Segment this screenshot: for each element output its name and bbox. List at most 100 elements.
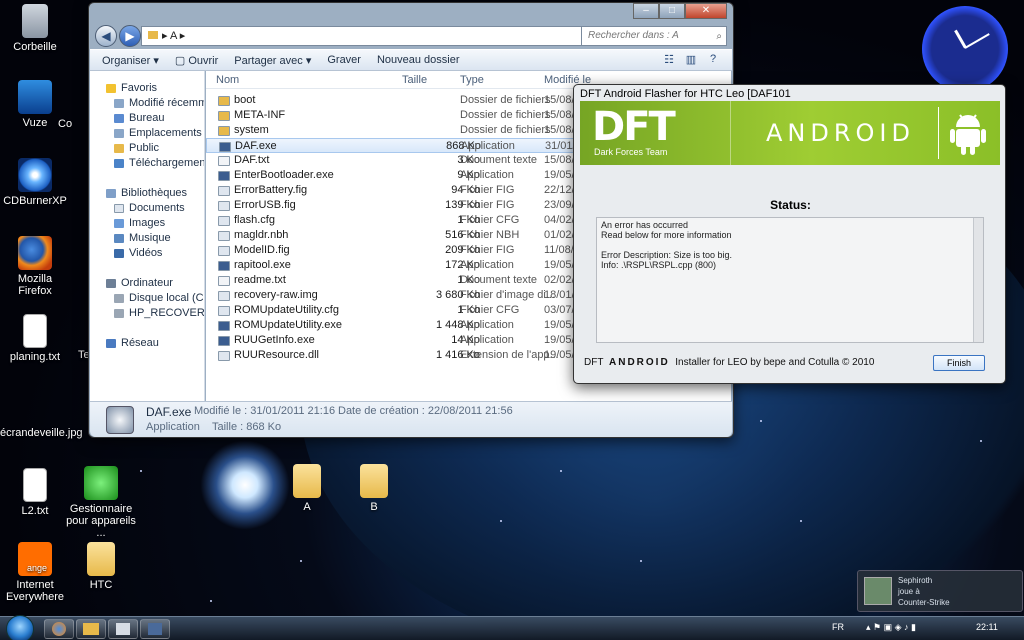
footer-android: ANDROID: [609, 357, 670, 368]
music-icon: [114, 233, 124, 243]
organize-button[interactable]: Organiser ▾: [102, 54, 159, 67]
desktop-icon-co[interactable]: Co: [58, 118, 88, 130]
navigation-pane: Favoris Modifié récemment Bureau Emplace…: [90, 71, 205, 401]
maximize-button[interactable]: □: [659, 3, 685, 19]
forward-button[interactable]: ▶: [119, 25, 141, 47]
dft-logo: DFT: [592, 104, 676, 150]
desktop-icon-planing-txt[interactable]: planing.txt: [0, 314, 70, 363]
nav-item-desktop[interactable]: Bureau: [90, 111, 204, 126]
file-date: 15/08/: [544, 124, 575, 136]
desktop-icon-htc[interactable]: HTC: [66, 542, 136, 591]
taskbar-firefox[interactable]: [44, 619, 74, 639]
taskbar-window[interactable]: [108, 619, 138, 639]
nav-favorites[interactable]: Favoris: [90, 81, 204, 96]
desktop-icon-device-manager[interactable]: Gestionnaire pour appareils ...: [66, 466, 136, 539]
details-size: Taille : 868 Ko: [212, 421, 282, 433]
file-name: ErrorUSB.fig: [234, 199, 296, 211]
taskbar-explorer[interactable]: [76, 619, 106, 639]
footer-credits: Installer for LEO by bepe and Cotulla © …: [675, 357, 875, 368]
star: [500, 520, 502, 522]
device-manager-icon: [84, 466, 118, 500]
file-type: Application: [460, 334, 514, 346]
file-name: readme.txt: [234, 274, 286, 286]
column-size[interactable]: Taille: [402, 71, 427, 89]
desktop-icon-recycle-bin[interactable]: Corbeille: [0, 4, 70, 53]
tray-icons[interactable]: ▴ ⚑ ▣ ◈ ♪ ▮: [866, 622, 916, 633]
open-button[interactable]: ▢ Ouvrir: [175, 54, 218, 67]
file-date: 01/02/: [544, 229, 575, 241]
exe-icon: [218, 261, 230, 271]
nav-item-drive-d[interactable]: HP_RECOVERY (D:): [90, 306, 204, 321]
file-name: ROMUpdateUtility.cfg: [234, 304, 339, 316]
view-options-icon[interactable]: ☷: [660, 53, 678, 69]
desktop-icon-folder-b[interactable]: B: [339, 464, 409, 513]
nav-computer[interactable]: Ordinateur: [90, 276, 204, 291]
command-bar: Organiser ▾ ▢ Ouvrir Partager avec ▾ Gra…: [90, 49, 732, 71]
file-name: rapitool.exe: [234, 259, 291, 271]
help-icon[interactable]: ?: [704, 53, 722, 69]
address-bar[interactable]: ▸ A ▸ ▾: [141, 26, 613, 46]
back-button[interactable]: ◀: [95, 25, 117, 47]
search-input[interactable]: Rechercher dans : A ⌕: [581, 26, 727, 46]
file-date: 11/08/: [544, 244, 574, 256]
log-line: Read below for more information: [601, 230, 732, 240]
language-indicator[interactable]: FR: [832, 622, 844, 632]
column-type[interactable]: Type: [460, 71, 484, 89]
nav-item-recent[interactable]: Modifié récemment: [90, 96, 204, 111]
android-robot-icon: [950, 114, 986, 155]
desktop-icon-internet-everywhere[interactable]: ange Internet Everywhere: [0, 542, 70, 603]
log-scrollbar[interactable]: [973, 218, 983, 342]
burn-button[interactable]: Graver: [327, 54, 361, 66]
nav-item-recent-places[interactable]: Emplacements récen: [90, 126, 204, 141]
column-name[interactable]: Nom: [216, 71, 239, 89]
file-name: magldr.nbh: [234, 229, 289, 241]
steam-notification[interactable]: Sephiroth joue à Counter-Strike: [857, 570, 1023, 612]
dft-window-title: DFT Android Flasher for HTC Leo [DAF101: [580, 88, 791, 100]
status-label: Status:: [770, 198, 811, 212]
star: [760, 420, 762, 422]
start-button[interactable]: [6, 615, 34, 640]
file-type: Application: [460, 319, 514, 331]
taskbar-dft[interactable]: [140, 619, 170, 639]
file-type: Application: [461, 140, 515, 152]
clock-gadget[interactable]: [922, 6, 1008, 92]
new-folder-button[interactable]: Nouveau dossier: [377, 54, 460, 66]
file-type: Document texte: [460, 154, 538, 166]
file-date: 22/12/: [544, 184, 575, 196]
desktop-icon-cdburnerxp[interactable]: CDBurnerXP: [0, 158, 70, 207]
finish-button[interactable]: Finish: [933, 355, 985, 371]
nav-item-documents[interactable]: Documents: [90, 201, 204, 216]
nav-item-music[interactable]: Musique: [90, 231, 204, 246]
nav-item-public[interactable]: Public: [90, 141, 204, 156]
nav-buttons: ◀ ▶: [95, 25, 143, 47]
banner-divider: [938, 107, 939, 159]
clock-time[interactable]: 22:11: [976, 622, 998, 632]
preview-pane-icon[interactable]: ▥: [682, 53, 700, 69]
search-icon[interactable]: ⌕: [716, 28, 722, 46]
minimize-button[interactable]: –: [633, 3, 659, 19]
file-name: RUUResource.dll: [234, 349, 319, 361]
file-type: Application: [460, 169, 514, 181]
desktop-icon-firefox[interactable]: Mozilla Firefox: [0, 236, 70, 297]
file-icon: [218, 351, 230, 361]
file-date: 19/05/: [544, 334, 575, 346]
nav-network[interactable]: Réseau: [90, 336, 204, 351]
nav-libraries[interactable]: Bibliothèques: [90, 186, 204, 201]
banner-divider: [730, 101, 731, 165]
desktop-icon-folder-a[interactable]: A: [272, 464, 342, 513]
notif-user: Sephiroth: [898, 576, 933, 585]
file-type: Dossier de fichiers: [460, 109, 551, 121]
nav-item-downloads[interactable]: Téléchargements: [90, 156, 204, 171]
desktop-icon-l2-txt[interactable]: L2.txt: [0, 468, 70, 517]
nav-item-drive-c[interactable]: Disque local (C:): [90, 291, 204, 306]
nav-item-images[interactable]: Images: [90, 216, 204, 231]
recent-icon: [114, 98, 124, 108]
close-button[interactable]: ✕: [685, 3, 727, 19]
images-icon: [114, 218, 124, 228]
dft-flasher-window[interactable]: DFT Android Flasher for HTC Leo [DAF101 …: [573, 84, 1006, 384]
share-button[interactable]: Partager avec ▾: [234, 54, 311, 67]
desktop-icon-ecrandeveille[interactable]: écrandeveille.jpg: [0, 427, 83, 439]
file-icon: [218, 216, 230, 226]
nav-item-videos[interactable]: Vidéos: [90, 246, 204, 261]
